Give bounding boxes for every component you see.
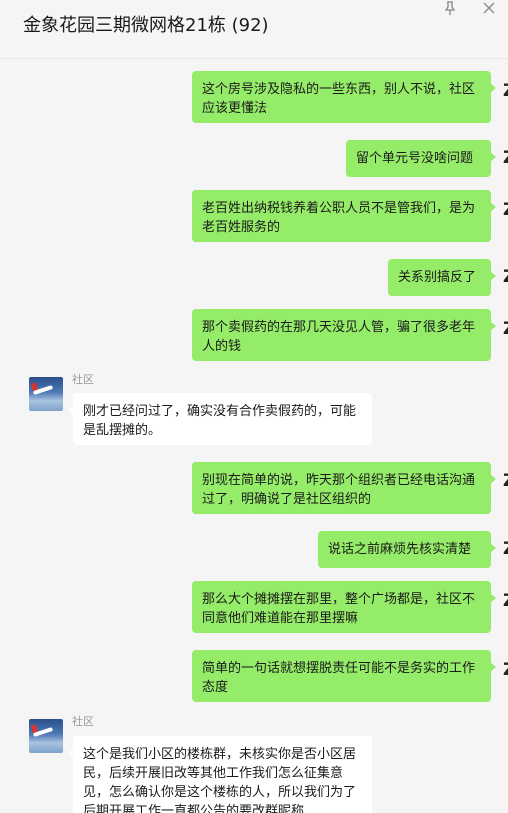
message-text: 别现在简单的说，昨天那个组织者已经电话沟通过了，明确说了是社区组织的	[202, 473, 476, 507]
message-text: 简单的一句话就想摆脱责任可能不是务实的工作态度	[202, 661, 476, 695]
incoming-message[interactable]: 刚才已经问过了，确实没有合作卖假药的，可能是乱摆摊的。	[68, 393, 372, 445]
sender-name: 社区	[72, 715, 94, 728]
outgoing-message[interactable]: 简单的一句话就想摆脱责任可能不是务实的工作态度	[192, 650, 496, 702]
self-avatar[interactable]: Z	[503, 590, 508, 612]
outgoing-message[interactable]: 留个单元号没啥问题	[346, 140, 496, 177]
self-avatar[interactable]: Z	[503, 147, 508, 169]
message-text: 说话之前麻烦先核实清楚	[328, 542, 472, 557]
outgoing-message[interactable]: 那么大个摊摊摆在那里，整个广场都是，社区不同意他们难道能在那里摆嘛	[192, 581, 496, 633]
self-avatar[interactable]: Z	[503, 318, 508, 340]
outgoing-message[interactable]: 别现在简单的说，昨天那个组织者已经电话沟通过了，明确说了是社区组织的	[192, 462, 496, 514]
message-text: 留个单元号没啥问题	[356, 151, 474, 166]
self-avatar[interactable]: Z	[503, 659, 508, 681]
sender-name: 社区	[72, 373, 94, 386]
outgoing-message[interactable]: 说话之前麻烦先核实清楚	[318, 531, 496, 568]
message-text: 这个是我们小区的楼栋群，未核实你是否小区居民，后续开展旧改等其他工作我们怎么征集…	[83, 747, 357, 813]
message-list[interactable]: 这个房号涉及隐私的一些东西，别人不说，社区应该更懂法 Z 留个单元号没啥问题 Z…	[0, 59, 508, 813]
pin-icon[interactable]	[442, 0, 458, 16]
community-avatar[interactable]	[29, 377, 63, 411]
message-text: 刚才已经问过了，确实没有合作卖假药的，可能是乱摆摊的。	[83, 404, 357, 438]
message-text: 这个房号涉及隐私的一些东西，别人不说，社区应该更懂法	[202, 82, 476, 116]
outgoing-message[interactable]: 关系别搞反了	[388, 259, 496, 296]
self-avatar[interactable]: Z	[503, 538, 508, 560]
chat-title: 金象花园三期微网格21栋 (92)	[23, 15, 269, 36]
incoming-message[interactable]: 这个是我们小区的楼栋群，未核实你是否小区居民，后续开展旧改等其他工作我们怎么征集…	[68, 736, 372, 813]
community-avatar[interactable]	[29, 719, 63, 753]
outgoing-message[interactable]: 那个卖假药的在那几天没见人管，骗了很多老年人的钱	[192, 309, 496, 361]
self-avatar[interactable]: Z	[503, 80, 508, 102]
message-text: 那个卖假药的在那几天没见人管，骗了很多老年人的钱	[202, 320, 476, 354]
self-avatar[interactable]: Z	[503, 470, 508, 492]
chat-header: 金象花园三期微网格21栋 (92)	[0, 0, 508, 59]
message-text: 那么大个摊摊摆在那里，整个广场都是，社区不同意他们难道能在那里摆嘛	[202, 592, 476, 626]
self-avatar[interactable]: Z	[503, 266, 508, 288]
message-text: 关系别搞反了	[398, 270, 477, 285]
close-icon[interactable]	[481, 0, 497, 16]
self-avatar[interactable]: Z	[503, 199, 508, 221]
message-text: 老百姓出纳税钱养着公职人员不是管我们，是为老百姓服务的	[202, 201, 476, 235]
outgoing-message[interactable]: 老百姓出纳税钱养着公职人员不是管我们，是为老百姓服务的	[192, 190, 496, 242]
outgoing-message[interactable]: 这个房号涉及隐私的一些东西，别人不说，社区应该更懂法	[192, 71, 496, 123]
